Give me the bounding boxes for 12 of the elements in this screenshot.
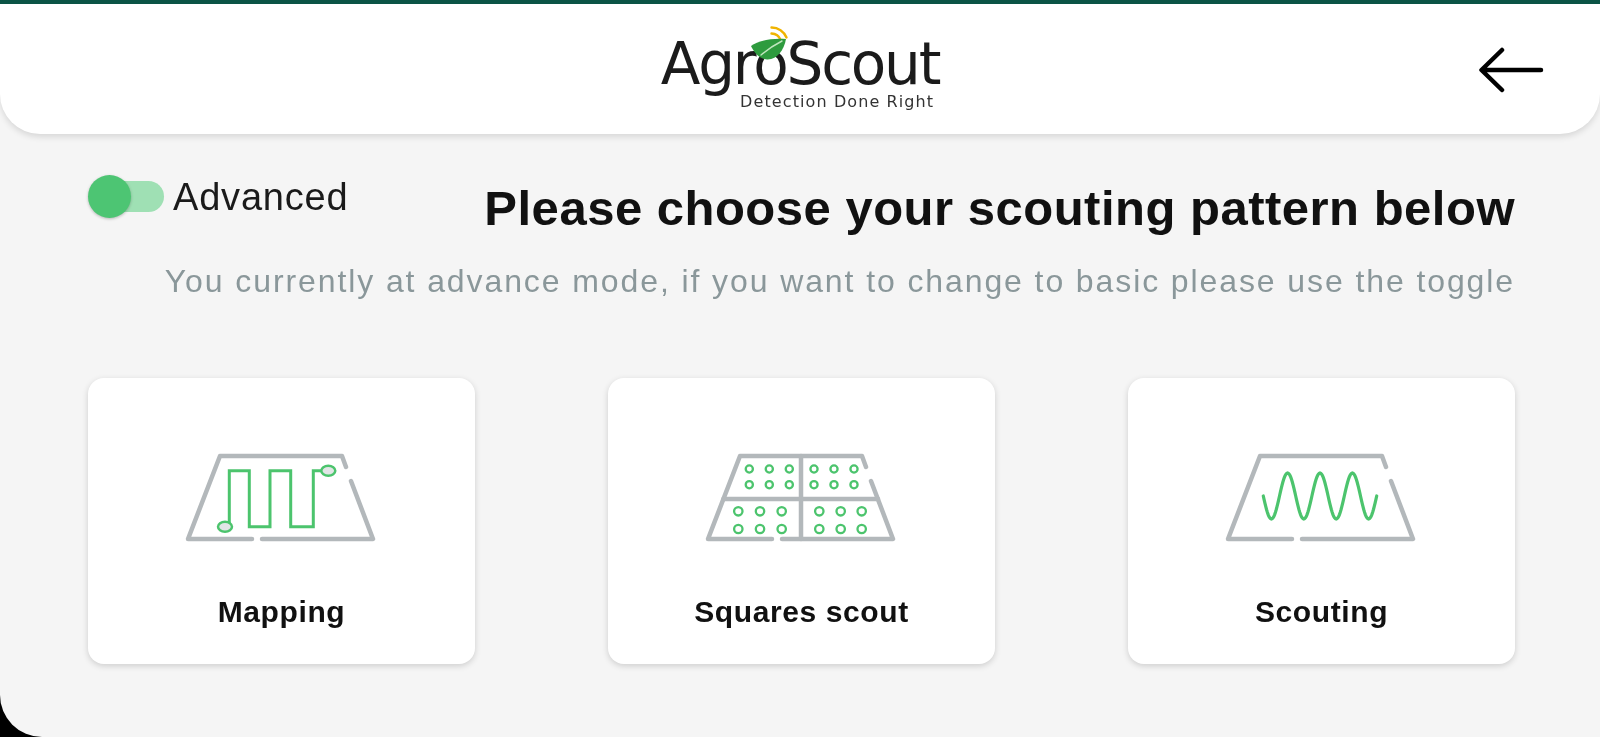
logo-tagline: Detection Done Right (740, 94, 935, 111)
logo-link[interactable]: AgroScout (660, 25, 940, 95)
page-subtitle: You currently at advance mode, if you want to change to basic please use the toggle (164, 265, 1515, 297)
pattern-card[interactable]: Scouting (1128, 378, 1515, 664)
page-title: Please choose your scouting pattern below (484, 184, 1515, 233)
arrow-left-icon (1478, 46, 1544, 94)
leaf-icon (750, 38, 786, 61)
pattern-card[interactable]: Squares scout (608, 378, 995, 664)
mode-toggle[interactable] (88, 175, 164, 218)
back-button[interactable] (1477, 45, 1545, 95)
pattern-card[interactable]: Mapping (88, 378, 475, 664)
toggle-label: Advanced (173, 177, 349, 216)
